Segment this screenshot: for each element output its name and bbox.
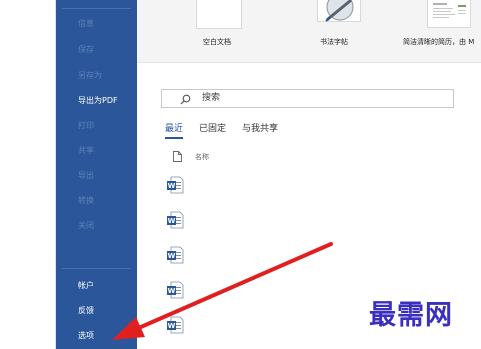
red-annotation-arrow [112,242,333,340]
